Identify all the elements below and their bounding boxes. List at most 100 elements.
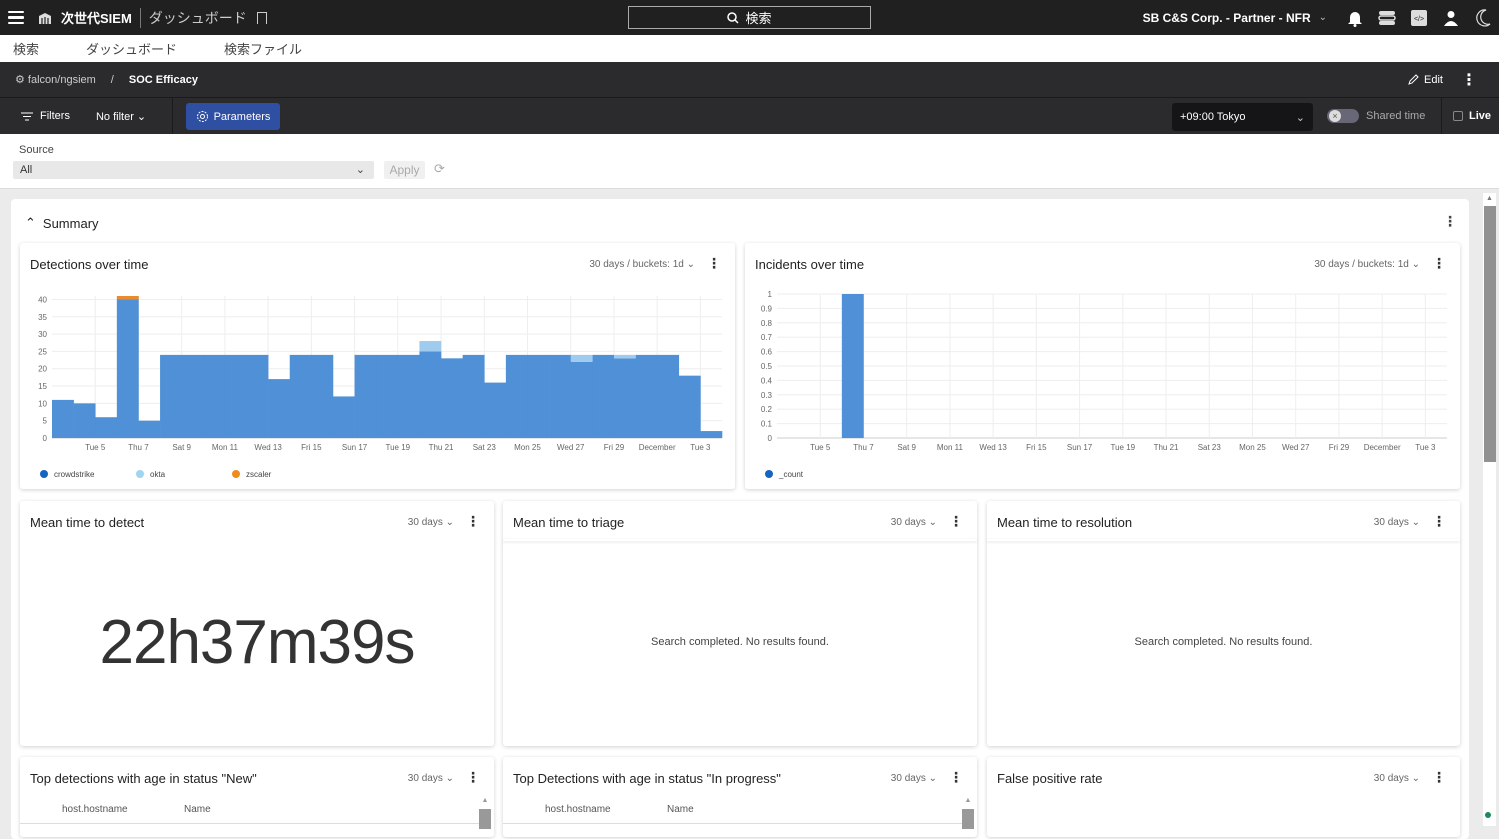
x-tick-label: Mon 25 [1239,443,1266,452]
widget-title: Mean time to triage [513,515,625,530]
breadcrumb: ⚙ falcon/ngsiem / SOC Efficacy Edit ⋮ [0,62,1499,98]
page-scrollbar[interactable]: ▲ [1483,193,1496,826]
code-icon[interactable]: </> [1409,8,1429,28]
widget-more-icon[interactable]: ⋮ [1432,769,1446,786]
search-icon [727,11,740,24]
x-tick-label: Fri 29 [1329,443,1350,452]
filters-button[interactable]: Filters [21,110,70,122]
bar-crowdstrike [181,354,204,438]
bar-crowdstrike [138,420,161,438]
secondary-nav: 検索 ダッシュボード 検索ファイル [0,35,1499,62]
y-tick-label: 0.8 [761,319,773,328]
filter-dropdown[interactable]: No filter ⌄ [96,110,146,123]
y-tick-label: 20 [38,365,47,374]
widget-mean-time-to-resolution: Mean time to resolution 30 days ⌄ ⋮ Sear… [987,501,1460,746]
x-tick-label: Tue 5 [85,443,106,452]
nav-item-dashboard[interactable]: ダッシュボード [86,39,177,58]
parameters-panel: Source All ⌄ Apply ⟳ [0,134,1499,189]
nav-item-search[interactable]: 検索 [13,39,39,58]
bar-crowdstrike [592,354,615,438]
global-search-button[interactable]: 検索 [628,6,871,29]
widget-more-icon[interactable]: ⋮ [949,513,963,530]
user-icon[interactable] [1441,8,1461,28]
bar-okta [570,354,593,362]
x-tick-label: Thu 21 [1154,443,1179,452]
moon-icon[interactable] [1473,8,1493,28]
x-tick-label: December [639,443,676,452]
app-name[interactable]: 次世代SIEM [61,8,132,27]
live-checkbox[interactable]: Live [1453,110,1491,122]
x-tick-label: Sun 17 [1067,443,1093,452]
x-tick-label: Sat 9 [172,443,191,452]
x-tick-label: Mon 11 [212,443,239,452]
legend-label: crowdstrike [54,470,95,479]
time-range-dropdown[interactable]: 30 days ⌄ [408,517,454,528]
bar-crowdstrike [376,354,399,438]
bar-zscaler [116,296,139,300]
source-select[interactable]: All ⌄ [13,161,374,179]
widget-more-icon[interactable]: ⋮ [949,769,963,786]
divider [987,539,1460,541]
scroll-up-icon[interactable]: ▲ [1486,195,1493,202]
nav-item-search-files[interactable]: 検索ファイル [224,39,302,58]
time-range-dropdown[interactable]: 30 days ⌄ [1374,773,1420,784]
bookmark-icon[interactable] [256,11,267,24]
x-tick-label: Fri 15 [1026,443,1047,452]
more-options-icon[interactable]: ⋮ [1461,70,1477,90]
column-header-hostname[interactable]: host.hostname [62,804,128,815]
timezone-select[interactable]: +09:00 Tokyo ⌄ [1172,103,1313,131]
support-icon[interactable] [1377,8,1397,28]
shared-time-toggle[interactable] [1327,109,1359,123]
breadcrumb-repo[interactable]: ⚙ falcon/ngsiem [15,73,96,86]
column-header-name[interactable]: Name [184,804,211,815]
bar-crowdstrike [635,354,658,438]
y-tick-label: 0.3 [761,391,773,400]
source-label: Source [19,144,54,156]
time-range-dropdown[interactable]: 30 days ⌄ [1374,517,1420,528]
time-range-dropdown[interactable]: 30 days ⌄ [891,773,937,784]
table-scrollbar[interactable]: ▲ [479,797,491,837]
x-tick-label: Thu 7 [128,443,149,452]
widget-title: Mean time to resolution [997,515,1133,530]
chevron-down-icon[interactable]: ⌄ [1319,12,1327,23]
y-tick-label: 1 [768,290,773,299]
table-scrollbar[interactable]: ▲ [962,797,974,837]
y-tick-label: 10 [38,399,47,408]
scrollbar-thumb[interactable] [1484,206,1496,462]
x-tick-label: Sun 17 [342,443,368,452]
widget-top-detections-new: Top detections with age in status "New" … [20,757,494,837]
apply-button[interactable]: Apply [384,161,425,179]
widget-more-icon[interactable]: ⋮ [466,769,480,786]
x-tick-label: Thu 21 [429,443,454,452]
time-range-dropdown[interactable]: 30 days ⌄ [891,517,937,528]
no-results-message: Search completed. No results found. [1134,636,1313,648]
parameters-button[interactable]: Parameters [186,103,280,130]
reset-icon[interactable]: ⟳ [434,161,445,177]
org-selector[interactable]: SB C&S Corp. - Partner - NFR [1143,11,1311,25]
widget-title: Top detections with age in status "New" [30,771,257,786]
edit-button[interactable]: Edit [1408,74,1443,86]
legend-marker [765,470,773,478]
time-range-dropdown[interactable]: 30 days ⌄ [408,773,454,784]
checkbox-icon [1453,111,1463,121]
column-header-name[interactable]: Name [667,804,694,815]
chevron-up-icon: ⌃ [25,215,36,230]
x-tick-label: Wed 27 [557,443,585,452]
legend-label: okta [150,470,166,479]
y-tick-label: 0.1 [761,420,773,429]
x-tick-label: Sat 9 [897,443,916,452]
status-dot-icon [1485,812,1491,818]
section-more-icon[interactable]: ⋮ [1443,213,1457,230]
widget-more-icon[interactable]: ⋮ [466,513,480,530]
summary-toggle[interactable]: ⌃ Summary [25,215,99,231]
column-header-hostname[interactable]: host.hostname [545,804,611,815]
chevron-down-icon: ⌄ [1295,111,1305,124]
bar-_count [841,294,864,438]
widget-more-icon[interactable]: ⋮ [1432,513,1446,530]
hamburger-menu-icon[interactable] [8,10,24,25]
incidents-chart: 0 0.1 0.2 0.3 0.4 0.5 0.6 0.7 0.8 0.9 1 Tue 5 Thu 7 S… [761,290,1447,479]
y-tick-label: 0.5 [761,362,773,371]
bell-icon[interactable] [1345,8,1365,28]
x-tick-label: Tue 19 [386,443,411,452]
x-tick-label: Wed 13 [979,443,1007,452]
